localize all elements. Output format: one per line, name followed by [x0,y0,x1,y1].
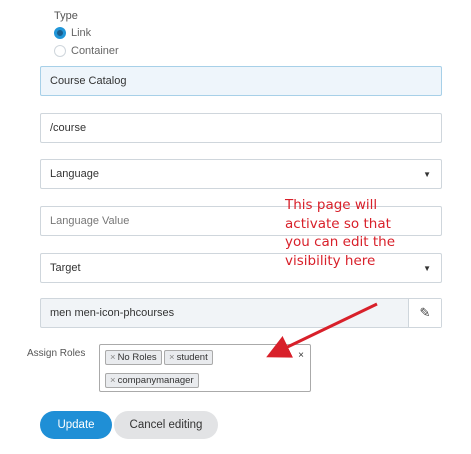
update-button[interactable]: Update [40,411,112,439]
role-chip-student[interactable]: × student [164,350,213,365]
language-select[interactable]: Language ▼ [40,159,442,189]
remove-chip-icon[interactable]: × [169,352,175,363]
role-chip-companymanager[interactable]: × companymanager [105,373,199,388]
remove-chip-icon[interactable]: × [110,352,116,363]
title-input-value: Course Catalog [50,75,127,87]
edit-icon-button[interactable]: ✎ [408,299,441,327]
url-input-value: /course [50,122,87,134]
assign-roles-label: Assign Roles [27,348,86,359]
pencil-icon: ✎ [419,305,431,320]
caret-down-icon: ▼ [423,263,431,273]
type-label: Type [54,10,78,22]
language-value-placeholder: Language Value [50,215,130,227]
url-input[interactable]: /course [40,113,442,143]
role-chip-no-roles[interactable]: × No Roles [105,350,162,365]
radio-unselected-icon[interactable] [54,45,66,57]
type-option-container[interactable]: Container [54,44,119,58]
cancel-editing-button[interactable]: Cancel editing [114,411,218,439]
target-select-value: Target [50,262,81,274]
role-chip-label: No Roles [117,352,157,363]
language-select-value: Language [50,168,99,180]
radio-selected-icon[interactable] [54,27,66,39]
remove-chip-icon[interactable]: × [110,375,116,386]
type-option-link[interactable]: Link [54,26,91,40]
title-input[interactable]: Course Catalog [40,66,442,96]
icon-class-value: men men-icon-phcourses [50,307,175,319]
role-chip-label: companymanager [117,375,194,386]
role-chip-label: student [176,352,208,363]
caret-down-icon: ▼ [423,169,431,179]
type-option-link-label: Link [71,27,92,39]
annotation-arrow-icon [266,302,378,358]
type-option-container-label: Container [71,45,119,57]
annotation-text: This page will activate so that you can … [285,197,396,269]
